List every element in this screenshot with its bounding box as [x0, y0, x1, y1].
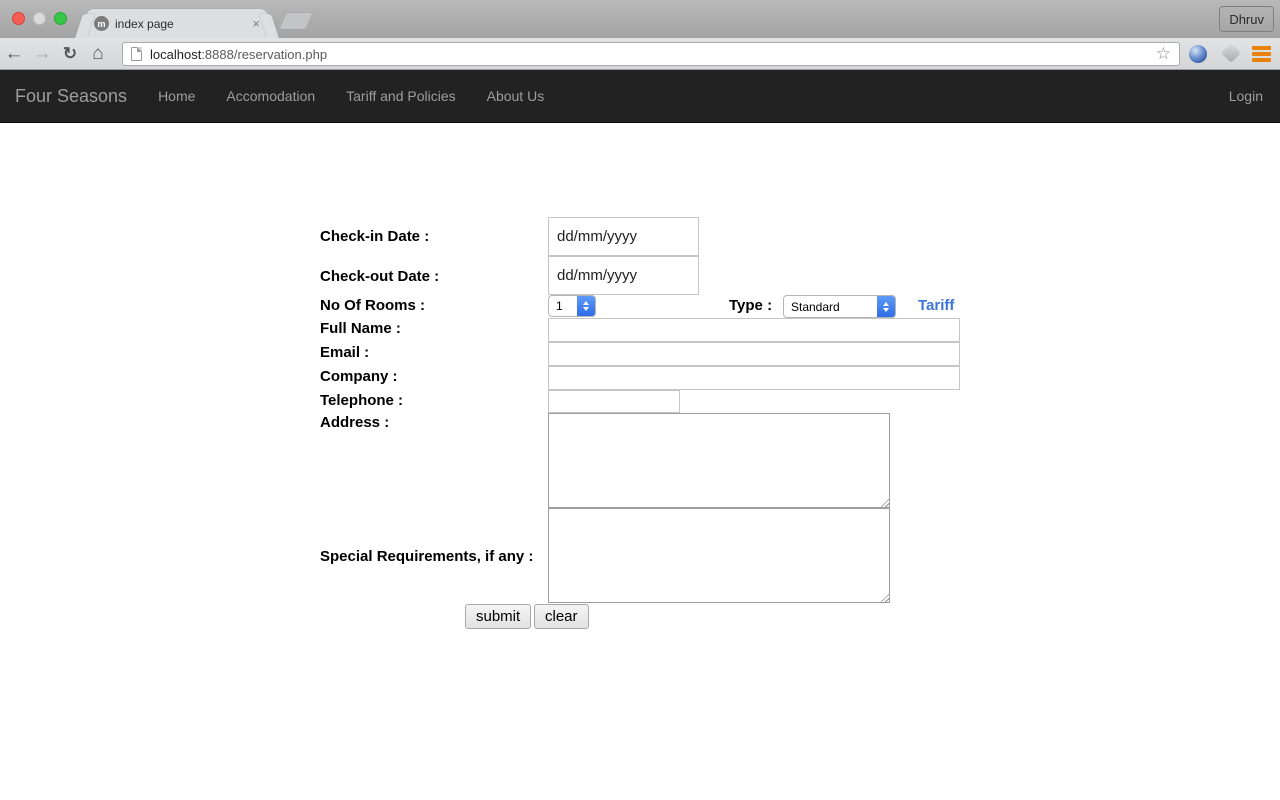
select-stepper-icon	[877, 296, 895, 317]
browser-tab[interactable]: m index page ×	[86, 9, 268, 38]
new-tab-button[interactable]	[279, 13, 313, 29]
type-label: Type :	[729, 297, 773, 314]
type-select[interactable]: Standard	[783, 295, 896, 318]
chrome-menu-icon[interactable]	[1252, 46, 1271, 62]
close-window-icon[interactable]	[12, 12, 25, 25]
address-bar[interactable]: localhost:8888/reservation.php ☆	[122, 42, 1180, 66]
nav-item-accomodation[interactable]: Accomodation	[226, 88, 315, 104]
forward-icon: →	[32, 42, 52, 64]
browser-window: m index page × Dhruv ← → ↻ ⌂ localhost:8…	[0, 0, 1280, 800]
checkout-input[interactable]	[548, 256, 699, 295]
type-select-value: Standard	[791, 299, 840, 314]
extension-drive-icon[interactable]	[1221, 43, 1241, 63]
minimize-window-icon[interactable]	[33, 12, 46, 25]
company-label: Company :	[320, 368, 398, 385]
checkout-label: Check-out Date :	[320, 268, 440, 285]
special-requirements-textarea[interactable]	[548, 508, 890, 603]
telephone-label: Telephone :	[320, 392, 404, 409]
address-label: Address :	[320, 414, 390, 431]
select-stepper-icon	[577, 296, 595, 316]
url-host: localhost	[150, 46, 202, 62]
reload-icon[interactable]: ↻	[56, 44, 84, 64]
tariff-link[interactable]: Tariff	[918, 297, 954, 314]
back-icon[interactable]: ←	[0, 43, 28, 65]
profile-button[interactable]: Dhruv	[1219, 6, 1274, 32]
telephone-input[interactable]	[548, 390, 680, 413]
site-navbar: Four Seasons Home Accomodation Tariff an…	[0, 70, 1280, 123]
submit-button[interactable]: submit	[465, 604, 532, 629]
fullname-label: Full Name :	[320, 320, 401, 337]
title-bar: m index page × Dhruv	[0, 0, 1280, 38]
rooms-label: No Of Rooms :	[320, 297, 425, 314]
special-requirements-label: Special Requirements, if any :	[320, 548, 534, 565]
zoom-window-icon[interactable]	[54, 12, 67, 25]
nav-item-home[interactable]: Home	[158, 88, 195, 104]
rooms-select-value: 1	[556, 299, 563, 313]
url-path: :8888/reservation.php	[201, 46, 328, 62]
window-controls	[12, 12, 67, 25]
email-input[interactable]	[548, 342, 960, 366]
address-textarea[interactable]	[548, 413, 890, 508]
checkin-label: Check-in Date :	[320, 228, 430, 245]
url-text[interactable]: localhost:8888/reservation.php	[150, 47, 1156, 62]
home-icon[interactable]: ⌂	[84, 43, 112, 65]
nav-item-tariff-and-policies[interactable]: Tariff and Policies	[346, 88, 455, 104]
checkin-input[interactable]	[548, 217, 699, 256]
nav-item-login[interactable]: Login	[1229, 88, 1263, 104]
page-icon	[131, 47, 142, 61]
brand-four-seasons[interactable]: Four Seasons	[15, 86, 127, 107]
extension-globe-icon[interactable]	[1189, 45, 1207, 63]
company-input[interactable]	[548, 366, 960, 390]
browser-toolbar: ← → ↻ ⌂ localhost:8888/reservation.php ☆	[0, 38, 1280, 70]
fullname-input[interactable]	[548, 318, 960, 342]
tab-close-icon[interactable]: ×	[252, 17, 260, 30]
email-label: Email :	[320, 344, 370, 361]
nav-item-about-us[interactable]: About Us	[487, 88, 545, 104]
reservation-form: Check-in Date : Check-out Date : No Of R…	[0, 123, 1280, 800]
tab-title: index page	[115, 16, 174, 31]
clear-button[interactable]: clear	[534, 604, 589, 629]
tab-favicon-icon: m	[94, 16, 109, 31]
rooms-select[interactable]: 1	[548, 295, 596, 317]
bookmark-star-icon[interactable]: ☆	[1156, 44, 1171, 64]
